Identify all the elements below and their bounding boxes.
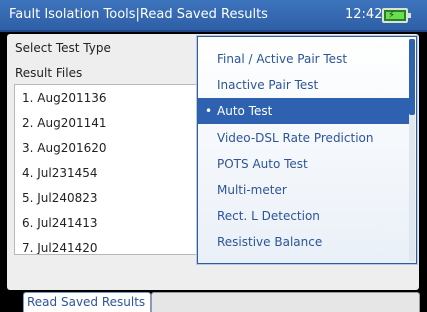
device-screen: Fault Isolation Tools|Read Saved Results…: [0, 0, 427, 312]
menu-scrollbar-thumb[interactable]: [409, 39, 415, 115]
result-files-label: Result Files: [15, 66, 83, 80]
menu-item-video-dsl-rate-prediction[interactable]: Video-DSL Rate Prediction: [198, 125, 409, 151]
menu-item-multi-meter[interactable]: Multi-meter: [198, 177, 409, 203]
list-item[interactable]: 3. Aug201620: [22, 141, 107, 163]
menu-item-auto-test[interactable]: • Auto Test: [198, 98, 409, 124]
menu-item-pots-auto-test[interactable]: POTS Auto Test: [198, 151, 409, 177]
list-item[interactable]: 7. Jul241420: [22, 241, 98, 254]
clock: 12:42: [345, 7, 383, 22]
selected-bullet-icon: •: [205, 104, 213, 118]
menu-item-final-active-pair-test[interactable]: Final / Active Pair Test: [198, 46, 409, 72]
menu-item-rect-l-detection[interactable]: Rect. L Detection: [198, 203, 409, 229]
tab-read-saved-results[interactable]: Read Saved Results: [23, 292, 151, 312]
list-item[interactable]: 2. Aug201141: [22, 116, 107, 138]
list-item[interactable]: 5. Jul240823: [22, 191, 98, 213]
menu-item-resistive-balance[interactable]: Resistive Balance: [198, 229, 409, 255]
list-item[interactable]: 1. Aug201136: [22, 91, 107, 113]
test-type-dropdown-menu[interactable]: Final / Active Pair Test Inactive Pair T…: [197, 36, 417, 264]
menu-item-label: Auto Test: [217, 104, 273, 118]
list-item[interactable]: 4. Jul231454: [22, 166, 98, 188]
window-title: Fault Isolation Tools|Read Saved Results: [9, 7, 268, 22]
tab-empty: [151, 292, 420, 312]
title-bar: Fault Isolation Tools|Read Saved Results…: [0, 0, 427, 32]
battery-charging-icon: ⚡: [382, 8, 411, 23]
select-test-type-label: Select Test Type: [15, 41, 111, 55]
menu-scrollbar[interactable]: [409, 39, 415, 261]
result-files-list[interactable]: 1. Aug201136 2. Aug201141 3. Aug201620 4…: [14, 84, 214, 255]
plug-icon: ⚡: [388, 10, 396, 21]
menu-item-inactive-pair-test[interactable]: Inactive Pair Test: [198, 72, 409, 98]
list-item[interactable]: 6. Jul241413: [22, 216, 98, 238]
